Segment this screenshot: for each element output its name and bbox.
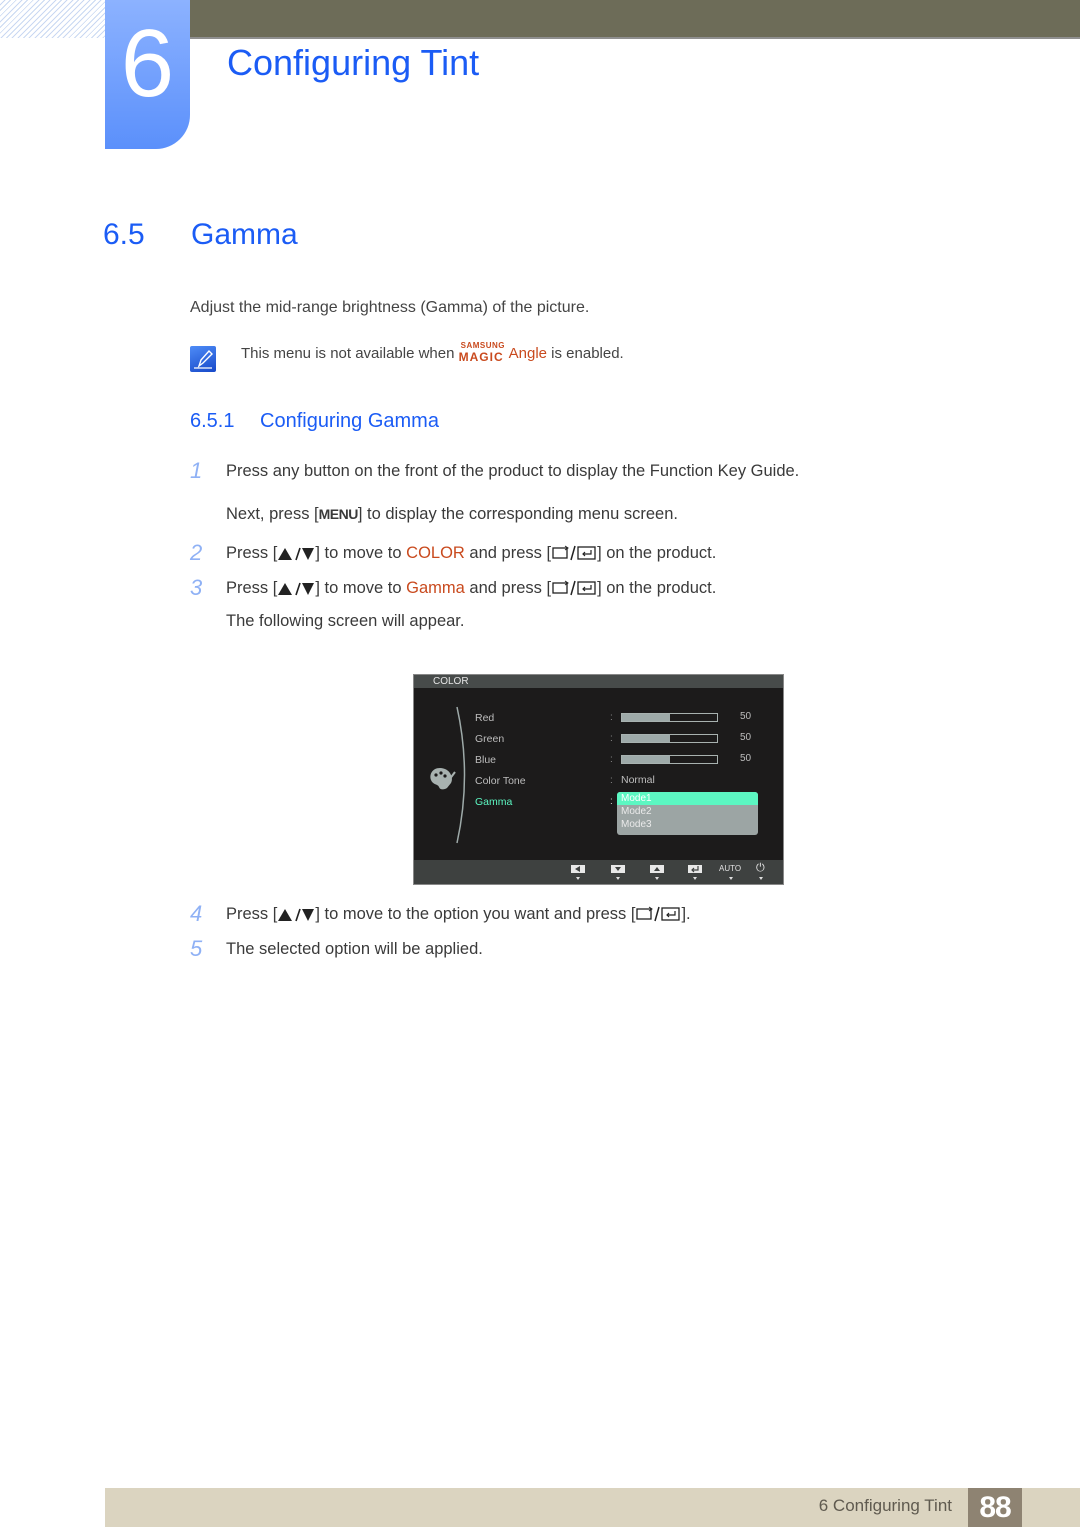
highlight-color: COLOR <box>406 544 465 562</box>
footer-chapter-label: 6 Configuring Tint <box>818 1496 952 1515</box>
step-text: Next, press [MENU] to display the corres… <box>226 505 678 524</box>
osd-value-green: 50 <box>740 732 752 743</box>
subsection-title: Configuring Gamma <box>260 410 439 432</box>
text-fragment: and press [ <box>464 579 552 597</box>
osd-colon: : <box>610 775 613 786</box>
gamma-option[interactable]: Mode3 <box>617 818 758 831</box>
note-pencil-icon <box>190 346 216 372</box>
step-number: 3 <box>190 575 203 600</box>
auto-button[interactable]: AUTO <box>719 864 741 873</box>
key-indicator <box>759 877 763 880</box>
key-indicator <box>655 877 659 880</box>
step-number: 2 <box>190 540 203 565</box>
osd-slider-red[interactable] <box>621 713 718 722</box>
text-fragment: ] on the product. <box>597 579 717 597</box>
section-intro: Adjust the mid-range brightness (Gamma) … <box>190 299 590 316</box>
step-number: 4 <box>190 901 203 926</box>
section-heading: 6.5 Gamma <box>103 218 298 252</box>
text-fragment: ] to move to the option you want and pre… <box>315 905 636 923</box>
enter-icon[interactable] <box>688 865 702 873</box>
down-arrow-icon[interactable] <box>611 865 625 873</box>
note-text-after: is enabled. <box>547 345 624 362</box>
text-fragment: and press [ <box>464 544 552 562</box>
power-icon[interactable]: ⏻ <box>756 862 765 875</box>
step-number: 1 <box>190 458 203 483</box>
text-fragment: ] on the product. <box>597 544 717 562</box>
osd-row-red[interactable]: Red <box>475 712 494 724</box>
osd-row-gamma[interactable]: Gamma <box>475 796 512 808</box>
osd-value-red: 50 <box>740 711 752 722</box>
section-number: 6.5 <box>103 218 145 251</box>
up-down-arrow-icon <box>277 547 315 566</box>
up-arrow-icon[interactable] <box>650 865 664 873</box>
section-title: Gamma <box>191 218 298 251</box>
note-text: This menu is not available when SAMSUNG M… <box>241 341 624 364</box>
chapter-title: Configuring Tint <box>227 42 480 83</box>
key-indicator <box>693 877 697 880</box>
subsection-number: 6.5.1 <box>190 410 235 432</box>
note-text-before: This menu is not available when <box>241 345 459 362</box>
osd-row-green[interactable]: Green <box>475 733 504 745</box>
osd-row-color-tone[interactable]: Color Tone <box>475 775 526 787</box>
palette-icon <box>430 768 456 790</box>
source-enter-icon <box>551 580 597 601</box>
chapter-number: 6 <box>120 10 175 117</box>
step-text: Press any button on the front of the pro… <box>226 462 800 480</box>
step-text: Press [ ] to move to Gamma and press [ ] o… <box>226 579 716 601</box>
text-fragment: ]. <box>681 905 691 923</box>
menu-key-icon: MENU <box>318 506 359 522</box>
osd-slider-fill <box>622 756 670 763</box>
header-bar <box>190 0 1080 39</box>
key-indicator <box>616 877 620 880</box>
osd-slider-blue[interactable] <box>621 755 718 764</box>
osd-title: COLOR <box>414 675 783 688</box>
highlight-gamma: Gamma <box>406 579 465 597</box>
brand-magic: MAGIC <box>458 350 504 364</box>
key-indicator <box>729 877 733 880</box>
source-enter-icon <box>551 545 597 566</box>
left-arrow-icon[interactable] <box>571 865 585 873</box>
step-number: 5 <box>190 936 203 961</box>
up-down-arrow-icon <box>277 908 315 927</box>
step-text: The following screen will appear. <box>226 612 465 630</box>
osd-colon: : <box>610 733 613 744</box>
osd-colon: : <box>610 754 613 765</box>
gamma-dropdown[interactable]: Mode1 Mode2 Mode3 <box>617 792 758 835</box>
key-indicator <box>576 877 580 880</box>
text-fragment: ] to move to <box>315 579 407 597</box>
text-fragment: Next, press [ <box>226 505 319 523</box>
gamma-option[interactable]: Mode1 <box>617 792 758 805</box>
text-fragment: Press [ <box>226 544 278 562</box>
osd-value-blue: 50 <box>740 753 752 764</box>
osd-colon: : <box>610 712 613 723</box>
osd-function-key-bar: AUTO ⏻ <box>414 860 783 884</box>
step-text: Press [ ] to move to the option you want … <box>226 905 691 927</box>
text-fragment: ] to move to <box>315 544 407 562</box>
osd-slider-green[interactable] <box>621 734 718 743</box>
osd-value-color-tone: Normal <box>621 774 655 786</box>
text-fragment: Press [ <box>226 579 278 597</box>
osd-slider-fill <box>622 714 670 721</box>
step-text: Press [ ] to move to COLOR and press [ ] o… <box>226 544 716 566</box>
osd-colon: : <box>610 796 613 807</box>
osd-color-menu: COLOR Red : 50 Green : 50 Blue : 50 Colo… <box>413 674 784 885</box>
gamma-option[interactable]: Mode2 <box>617 805 758 818</box>
osd-row-blue[interactable]: Blue <box>475 754 496 766</box>
brand-angle: Angle <box>508 345 547 362</box>
text-fragment: Press [ <box>226 905 278 923</box>
up-down-arrow-icon <box>277 582 315 601</box>
chapter-number-tab: 6 <box>105 0 190 149</box>
text-fragment: ] to display the corresponding menu scre… <box>357 505 678 523</box>
subsection-heading: 6.5.1 Configuring Gamma <box>190 410 439 433</box>
osd-slider-fill <box>622 735 670 742</box>
source-enter-icon <box>635 906 681 927</box>
samsung-magic-logo: SAMSUNG MAGIC <box>459 341 509 364</box>
page-footer: 6 Configuring Tint 88 <box>105 1488 1080 1527</box>
header-hatch-pattern <box>0 0 105 38</box>
brand-samsung: SAMSUNG <box>460 341 506 350</box>
step-text: The selected option will be applied. <box>226 940 483 958</box>
page-number: 88 <box>968 1488 1022 1527</box>
